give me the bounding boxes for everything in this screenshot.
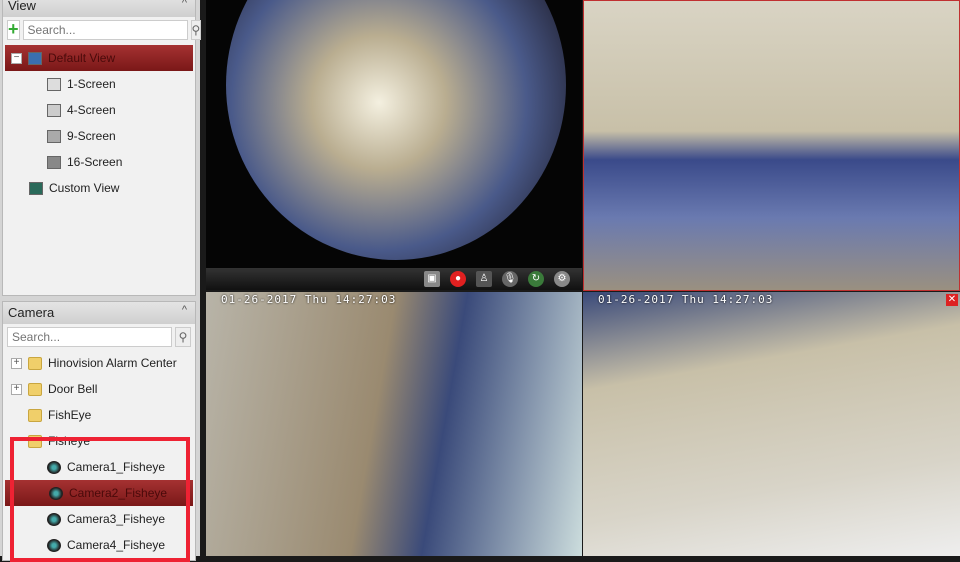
item-label: 4-Screen — [67, 103, 116, 117]
collapse-toggle-icon[interactable]: − — [11, 52, 22, 64]
camera-icon — [47, 538, 61, 552]
view-panel: View ^ + ⚲ − Default View 1-Screen 4-Scree… — [2, 0, 202, 296]
add-view-button[interactable]: + — [7, 20, 20, 40]
search-icon[interactable]: ⚲ — [175, 327, 191, 347]
camera-panel-header[interactable]: Camera ^ — [3, 302, 195, 324]
collapse-icon[interactable]: ^ — [182, 304, 187, 316]
tree-item-default-view[interactable]: − Default View — [5, 45, 193, 71]
ptz-icon[interactable]: ♙ — [476, 271, 492, 287]
camera-panel: Camera ^ ⚲ + Hinovision Alarm Center + Door… — [2, 301, 196, 561]
video-toolbar: ▣ ● ♙ 🎙 ↻ ⚙ — [206, 268, 582, 290]
tree-item-9-screen[interactable]: 9-Screen — [3, 123, 195, 149]
tree-item-16-screen[interactable]: 16-Screen — [3, 149, 195, 175]
video-tile-4[interactable]: 01-26-2017 Thu 14:27:03 ✕ — [583, 292, 960, 556]
tree-item-door-bell[interactable]: + Door Bell — [3, 376, 195, 402]
video-tile-3[interactable]: 01-26-2017 Thu 14:27:03 — [206, 292, 582, 556]
item-label: Camera4_Fisheye — [67, 538, 166, 552]
item-label: Camera2_Fisheye — [69, 486, 168, 500]
tree-item-4-screen[interactable]: 4-Screen — [3, 97, 195, 123]
refresh-icon[interactable]: ↻ — [528, 271, 544, 287]
screen-9-icon — [47, 129, 61, 143]
screen-4-icon — [47, 103, 61, 117]
tree-item-camera3[interactable]: Camera3_Fisheye — [3, 506, 195, 532]
video-tile-1[interactable] — [206, 0, 582, 268]
record-icon[interactable]: ● — [450, 271, 466, 287]
tree-item-alarm-center[interactable]: + Hinovision Alarm Center — [3, 350, 195, 376]
folder-icon — [28, 356, 42, 370]
fisheye-feed — [226, 0, 566, 260]
screen-16-icon — [47, 155, 61, 169]
item-label: Door Bell — [48, 382, 98, 396]
timestamp: 01-26-2017 Thu 14:27:03 — [598, 293, 774, 306]
tree-item-custom-view[interactable]: Custom View — [3, 175, 195, 201]
item-label: Custom View — [49, 181, 120, 195]
item-label: 16-Screen — [67, 155, 123, 169]
folder-icon — [28, 434, 42, 448]
left-sidebar: View ^ + ⚲ − Default View 1-Screen 4-Scree… — [0, 0, 202, 562]
timestamp: 01-26-2017 Thu 14:27:03 — [221, 293, 397, 306]
item-label: FishEye — [48, 408, 92, 422]
microphone-icon[interactable]: 🎙 — [502, 271, 518, 287]
tree-item-fisheye-folder[interactable]: Fisheye — [3, 428, 195, 454]
close-icon[interactable]: ✕ — [946, 294, 958, 306]
item-label: Camera3_Fisheye — [67, 512, 166, 526]
settings-icon[interactable]: ⚙ — [554, 271, 570, 287]
item-label: 9-Screen — [67, 129, 116, 143]
expand-toggle-icon[interactable]: + — [11, 383, 22, 395]
folder-icon — [28, 408, 42, 422]
item-label: 1-Screen — [67, 77, 116, 91]
view-search-input[interactable] — [22, 20, 188, 40]
item-label: Default View — [48, 51, 116, 65]
item-label: Hinovision Alarm Center — [48, 356, 177, 370]
video-tile-2[interactable] — [583, 0, 960, 291]
tree-item-camera1[interactable]: Camera1_Fisheye — [3, 454, 195, 480]
camera-icon — [47, 512, 61, 526]
capture-icon[interactable]: ▣ — [424, 271, 440, 287]
folder-icon — [28, 382, 42, 396]
camera-icon — [49, 486, 63, 500]
tree-item-camera4[interactable]: Camera4_Fisheye — [3, 532, 195, 558]
tree-item-camera2[interactable]: Camera2_Fisheye — [5, 480, 193, 506]
camera-search-input[interactable] — [7, 327, 172, 347]
custom-view-icon — [29, 181, 43, 195]
collapse-icon[interactable]: ^ — [182, 0, 187, 9]
tree-item-fisheye-group[interactable]: FishEye — [3, 402, 195, 428]
view-grid-icon — [28, 51, 42, 65]
camera-panel-title: Camera — [8, 305, 55, 320]
search-icon[interactable]: ⚲ — [190, 20, 202, 40]
view-panel-header[interactable]: View ^ — [3, 0, 195, 17]
expand-toggle-icon[interactable]: + — [11, 357, 22, 369]
item-label: Camera1_Fisheye — [67, 460, 166, 474]
screen-1-icon — [47, 77, 61, 91]
tree-item-1-screen[interactable]: 1-Screen — [3, 71, 195, 97]
view-panel-title: View — [8, 0, 36, 13]
item-label: Fisheye — [48, 434, 91, 448]
camera-icon — [47, 460, 61, 474]
